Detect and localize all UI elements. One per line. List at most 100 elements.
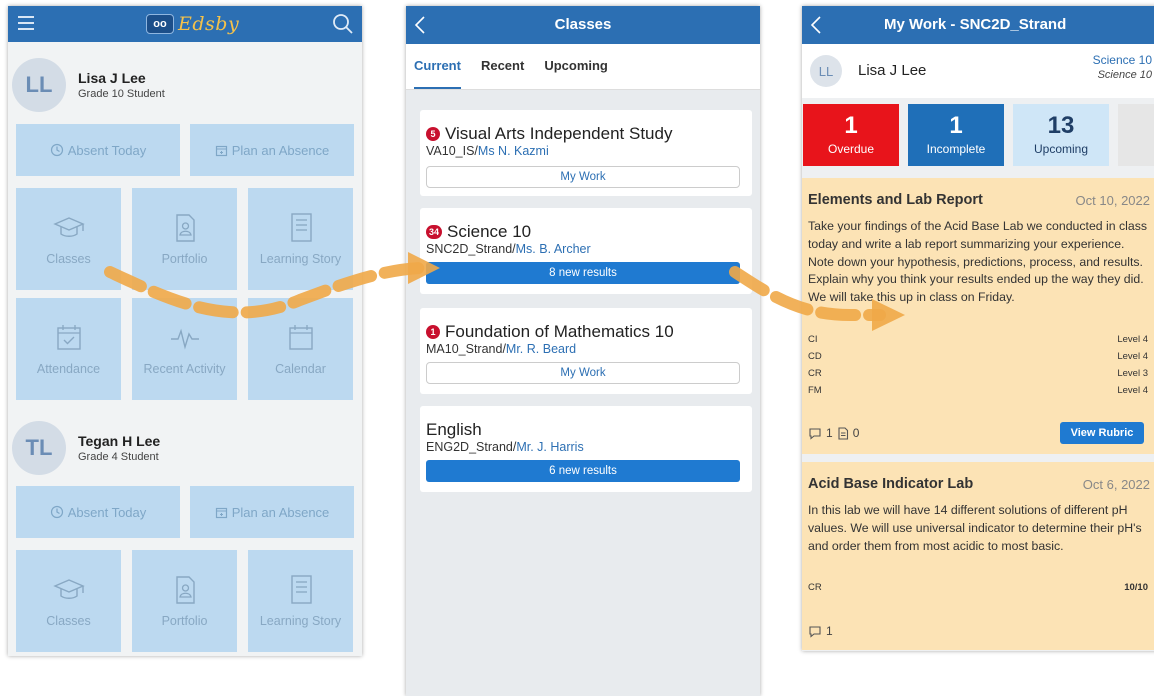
activity-icon	[168, 321, 202, 355]
menu-icon[interactable]	[17, 14, 35, 32]
assignment-title: Acid Base Indicator Lab	[808, 476, 974, 492]
tile-label: Portfolio	[161, 251, 208, 266]
stat-overdue[interactable]: 1 Overdue	[803, 104, 899, 166]
tile-classes[interactable]: Classes	[16, 188, 121, 290]
assignment-meta: 1	[808, 624, 833, 638]
tile-classes[interactable]: Classes	[16, 550, 121, 652]
plan-absence-button[interactable]: Plan an Absence	[190, 124, 354, 176]
tile-label: Attendance	[36, 361, 101, 376]
edsby-logo: oo Edsby	[146, 13, 239, 35]
grade-row: CD Level 4	[808, 351, 1148, 362]
class-name: English	[426, 420, 482, 439]
assignment-description: In this lab we will have 14 different so…	[808, 503, 1142, 553]
class-code: SNC2D_Strand	[426, 242, 513, 256]
classes-screen: Classes Current Recent Upcoming 5 Visual …	[406, 6, 760, 696]
stat-unsubmitted[interactable]: 1Un	[1118, 104, 1154, 166]
class-name: Foundation of Mathematics 10	[445, 322, 674, 341]
comment-icon[interactable]	[808, 427, 822, 440]
student-grade: Grade 4 Student	[78, 451, 159, 463]
new-results-button[interactable]: 8 new results	[426, 262, 740, 284]
tile-label: Calendar	[275, 361, 326, 376]
absent-today-label: Absent Today	[67, 504, 147, 520]
tile-label: Recent Activity	[143, 361, 226, 376]
stat-upcoming[interactable]: 13 Upcoming	[1013, 104, 1109, 166]
tab-recent[interactable]: Recent	[481, 44, 524, 89]
criterion-code: CR	[808, 368, 822, 379]
class-card[interactable]: 1 Foundation of Mathematics 10 MA10_Stran…	[420, 308, 752, 394]
calendar-icon	[284, 321, 318, 355]
comment-icon[interactable]	[808, 625, 822, 638]
teacher-link[interactable]: Ms N. Kazmi	[478, 144, 549, 158]
stat-label: Upcoming	[1033, 142, 1089, 156]
work-status-summary: 1 Overdue 1 Incomplete 13 Upcoming 1Un	[802, 104, 1154, 166]
class-card[interactable]: 34 Science 10 SNC2D_Strand/Ms. B. Archer …	[420, 208, 752, 294]
grade-row: CR 10/10	[808, 582, 1148, 593]
teacher-link[interactable]: Mr. R. Beard	[506, 342, 576, 356]
assignment-date: Oct 10, 2022	[1075, 193, 1150, 208]
criterion-code: CI	[808, 334, 818, 345]
assignment-card[interactable]: Acid Base Indicator Lab Oct 6, 2022 In t…	[802, 462, 1154, 650]
my-work-button[interactable]: My Work	[426, 362, 740, 384]
student-profile[interactable]: TL Tegan H Lee Grade 4 Student	[12, 421, 160, 475]
assignment-title: Elements and Lab Report	[808, 192, 983, 208]
avatar: TL	[12, 421, 66, 475]
tile-learning-story[interactable]: Learning Story	[248, 550, 353, 652]
tile-portfolio[interactable]: Portfolio	[132, 550, 237, 652]
notification-badge: 34	[426, 225, 443, 239]
tile-portfolio[interactable]: Portfolio	[132, 188, 237, 290]
tile-recent-activity[interactable]: Recent Activity	[132, 298, 237, 400]
view-rubric-button[interactable]: View Rubric	[1060, 422, 1144, 444]
avatar: LL	[810, 55, 842, 87]
page-title: Classes	[554, 16, 612, 33]
assignment-date: Oct 6, 2022	[1082, 477, 1150, 492]
home-screen: oo Edsby LL Lisa J Lee Grade 10 Student …	[8, 6, 362, 656]
teacher-link[interactable]: Ms. B. Archer	[516, 242, 591, 256]
class-name: Science 10	[447, 222, 532, 241]
absent-today-label: Absent Today	[67, 142, 147, 158]
logo-badge: oo	[146, 14, 174, 34]
grade-row: CI Level 4	[808, 334, 1148, 345]
tile-attendance[interactable]: Attendance	[16, 298, 121, 400]
student-name: Tegan H Lee	[78, 433, 161, 449]
graduation-cap-icon	[52, 211, 86, 245]
class-card[interactable]: 5 Visual Arts Independent Study VA10_IS/M…	[420, 110, 752, 196]
criterion-code: CR	[808, 582, 822, 593]
student-name: Lisa J Lee	[858, 62, 927, 79]
tab-upcoming[interactable]: Upcoming	[544, 44, 608, 89]
my-work-button[interactable]: My Work	[426, 166, 740, 188]
graduation-cap-icon	[52, 573, 86, 607]
my-work-topbar: My Work - SNC2D_Strand	[802, 6, 1154, 44]
stat-value: 1	[844, 112, 858, 139]
clock-icon	[50, 143, 64, 157]
tile-calendar[interactable]: Calendar	[248, 298, 353, 400]
teacher-link[interactable]: Mr. J. Harris	[516, 440, 583, 454]
classes-topbar: Classes	[406, 6, 760, 44]
tile-learning-story[interactable]: Learning Story	[248, 188, 353, 290]
comment-count: 1	[826, 426, 833, 440]
calendar-icon	[215, 144, 228, 157]
grade-row: FM Level 4	[808, 385, 1148, 396]
absent-today-button[interactable]: Absent Today	[16, 486, 180, 538]
portfolio-icon	[168, 573, 202, 607]
new-results-button[interactable]: 6 new results	[426, 460, 740, 482]
clock-icon	[50, 505, 64, 519]
back-chevron-icon[interactable]	[810, 15, 822, 35]
class-card[interactable]: English ENG2D_Strand/Mr. J. Harris 6 new…	[420, 406, 752, 492]
plan-absence-label: Plan an Absence	[231, 504, 330, 520]
assignment-card[interactable]: Elements and Lab Report Oct 10, 2022 Tak…	[802, 178, 1154, 454]
tab-current[interactable]: Current	[414, 44, 461, 89]
criterion-level: Level 3	[1117, 368, 1148, 379]
book-icon	[284, 211, 318, 245]
assignment-meta: 1 0	[808, 426, 859, 440]
back-chevron-icon[interactable]	[414, 15, 426, 35]
calendar-check-icon	[52, 321, 86, 355]
search-icon[interactable]	[332, 13, 354, 35]
plan-absence-button[interactable]: Plan an Absence	[190, 486, 354, 538]
stat-incomplete[interactable]: 1 Incomplete	[908, 104, 1004, 166]
notification-badge: 1	[426, 325, 440, 339]
class-link[interactable]: Science 10	[1093, 53, 1152, 67]
absent-today-button[interactable]: Absent Today	[16, 124, 180, 176]
file-icon[interactable]	[837, 426, 849, 440]
class-subtitle: Science 10	[1097, 69, 1152, 81]
student-profile[interactable]: LL Lisa J Lee Grade 10 Student	[12, 58, 165, 112]
